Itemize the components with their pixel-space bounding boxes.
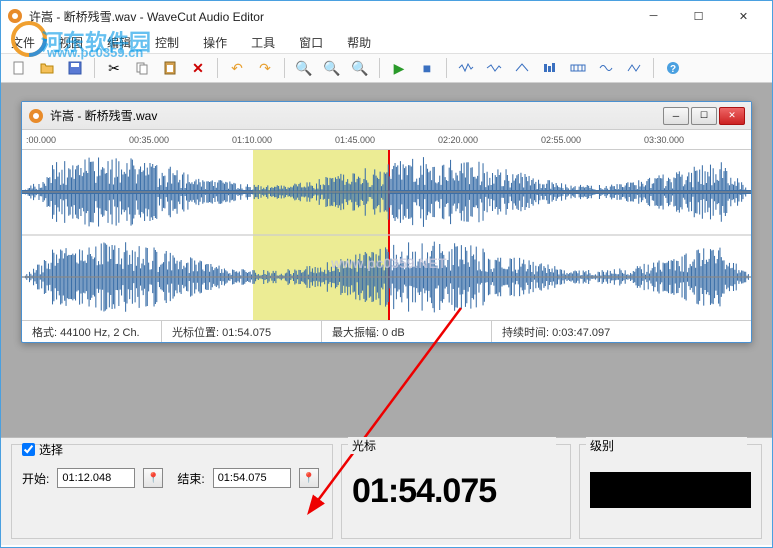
zoom-out-button[interactable]: 🔍 (320, 56, 344, 80)
scissors-icon: ✂ (108, 60, 120, 77)
play-button[interactable]: ▶ (387, 56, 411, 80)
start-label: 开始: (22, 470, 49, 487)
status-cursor: 光标位置: 01:54.075 (162, 321, 322, 342)
start-picker-button[interactable]: 📍 (143, 468, 163, 488)
menubar: 文件 视图 编辑 控制 操作 工具 窗口 帮助 (1, 31, 772, 53)
doc-minimize-button[interactable]: ─ (663, 107, 689, 125)
document-title: 许嵩 - 断桥残雪.wav (50, 107, 663, 124)
waveform-render (22, 150, 751, 320)
menu-view[interactable]: 视图 (59, 34, 83, 51)
menu-control[interactable]: 控制 (155, 34, 179, 51)
paste-button[interactable] (158, 56, 182, 80)
document-titlebar[interactable]: 许嵩 - 断桥残雪.wav ─ ☐ ✕ (22, 102, 751, 130)
status-maxamp: 最大振幅: 0 dB (322, 321, 492, 342)
cursor-time-display: 01:54.075 (352, 472, 560, 511)
end-picker-button[interactable]: 📍 (299, 468, 319, 488)
effect5-button[interactable] (566, 56, 590, 80)
window-titlebar: 许嵩 - 断桥残雪.wav - WaveCut Audio Editor ─ ☐… (1, 1, 772, 31)
new-button[interactable] (7, 56, 31, 80)
close-button[interactable]: ✕ (721, 2, 766, 30)
undo-button[interactable]: ↶ (225, 56, 249, 80)
level-meter (590, 472, 751, 508)
open-button[interactable] (35, 56, 59, 80)
effect3-button[interactable] (510, 56, 534, 80)
selection-checkbox[interactable] (22, 443, 35, 456)
effect2-button[interactable] (482, 56, 506, 80)
menu-operate[interactable]: 操作 (203, 34, 227, 51)
level-panel-label: 级别 (586, 437, 747, 454)
zoom-fit-button[interactable]: 🔍 (348, 56, 372, 80)
time-tick: 02:20.000 (438, 135, 541, 145)
effect7-button[interactable] (622, 56, 646, 80)
doc-close-button[interactable]: ✕ (719, 107, 745, 125)
document-icon (28, 108, 44, 124)
redo-button[interactable]: ↷ (253, 56, 277, 80)
time-tick: :00.000 (26, 135, 129, 145)
effect1-button[interactable] (454, 56, 478, 80)
svg-text:?: ? (670, 64, 676, 75)
cursor-panel-label: 光标 (348, 437, 556, 454)
document-window: 许嵩 - 断桥残雪.wav ─ ☐ ✕ :00.000 00:35.000 01… (21, 101, 752, 343)
selection-label: 选择 (39, 441, 63, 458)
minimize-button[interactable]: ─ (631, 2, 676, 30)
status-bar: 格式: 44100 Hz, 2 Ch. 光标位置: 01:54.075 最大振幅… (22, 320, 751, 342)
doc-maximize-button[interactable]: ☐ (691, 107, 717, 125)
start-input[interactable] (57, 468, 135, 488)
save-button[interactable] (63, 56, 87, 80)
menu-edit[interactable]: 编辑 (107, 34, 131, 51)
menu-window[interactable]: 窗口 (299, 34, 323, 51)
toolbar: ✂ ✕ ↶ ↷ 🔍 🔍 🔍 ▶ ■ ? (1, 53, 772, 83)
cursor-panel: 光标 01:54.075 (341, 444, 571, 539)
menu-tool[interactable]: 工具 (251, 34, 275, 51)
bottom-panel: 选择 开始: 📍 结束: 📍 光标 01:54.075 级别 (1, 437, 772, 545)
stop-button[interactable]: ■ (415, 56, 439, 80)
selection-panel: 选择 开始: 📍 结束: 📍 (11, 444, 333, 539)
copy-button[interactable] (130, 56, 154, 80)
app-icon (7, 8, 23, 24)
effect4-button[interactable] (538, 56, 562, 80)
end-label: 结束: (177, 470, 204, 487)
end-input[interactable] (213, 468, 291, 488)
status-format: 格式: 44100 Hz, 2 Ch. (22, 321, 162, 342)
menu-file[interactable]: 文件 (11, 34, 35, 51)
level-panel: 级别 (579, 444, 762, 539)
time-tick: 00:35.000 (129, 135, 232, 145)
time-tick: 01:10.000 (232, 135, 335, 145)
effect6-button[interactable] (594, 56, 618, 80)
zoom-in-button[interactable]: 🔍 (292, 56, 316, 80)
menu-help[interactable]: 帮助 (347, 34, 371, 51)
waveform-area[interactable] (22, 150, 751, 320)
pin-icon: 📍 (147, 473, 159, 484)
delete-button[interactable]: ✕ (186, 56, 210, 80)
time-tick: 01:45.000 (335, 135, 438, 145)
maximize-button[interactable]: ☐ (676, 2, 721, 30)
pin-icon: 📍 (302, 473, 314, 484)
window-title: 许嵩 - 断桥残雪.wav - WaveCut Audio Editor (29, 8, 631, 25)
workspace: 许嵩 - 断桥残雪.wav ─ ☐ ✕ :00.000 00:35.000 01… (1, 83, 772, 437)
status-duration: 持续时间: 0:03:47.097 (492, 321, 751, 342)
time-tick: 02:55.000 (541, 135, 644, 145)
time-tick: 03:30.000 (644, 135, 747, 145)
help-toolbar-button[interactable]: ? (661, 56, 685, 80)
cut-button[interactable]: ✂ (102, 56, 126, 80)
timeline-ruler[interactable]: :00.000 00:35.000 01:10.000 01:45.000 02… (22, 130, 751, 150)
